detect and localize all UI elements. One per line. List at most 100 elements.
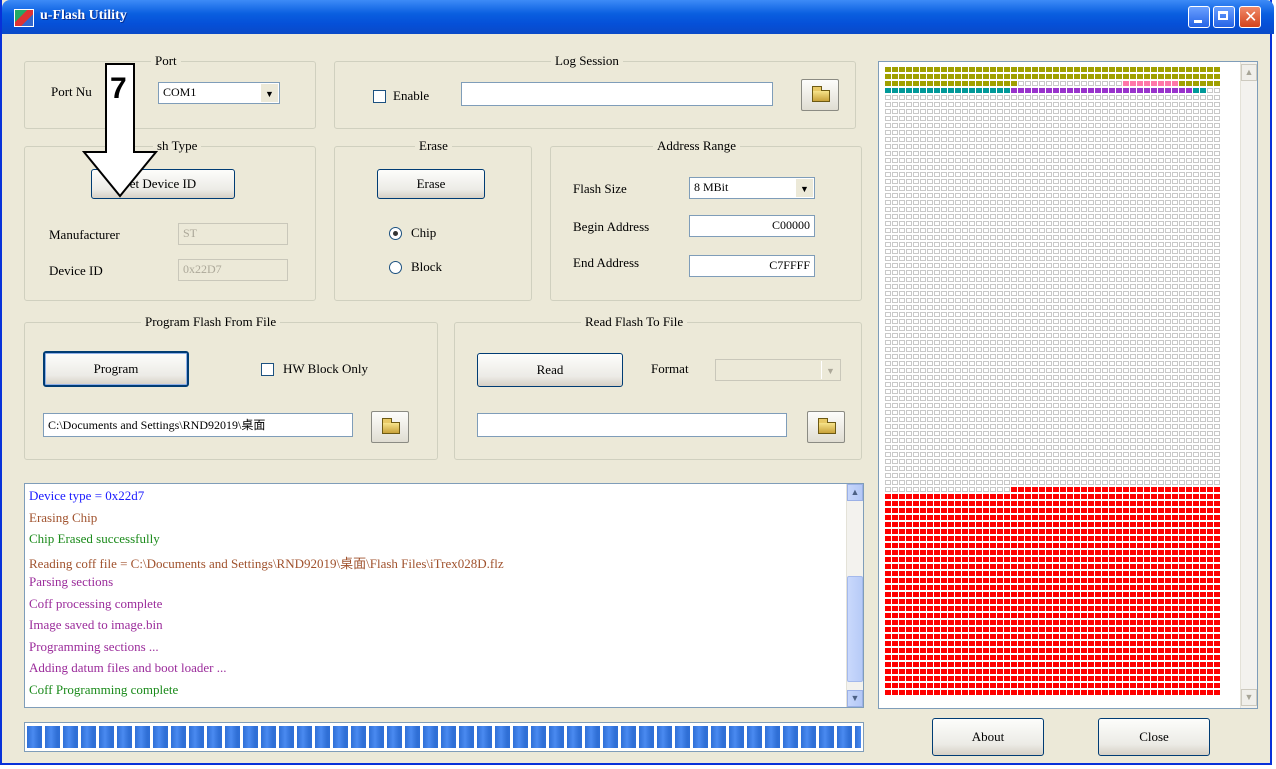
flash-block <box>1130 109 1136 114</box>
flash-block <box>1067 480 1073 485</box>
flash-block <box>969 193 975 198</box>
flash-block <box>1102 487 1108 492</box>
flash-block <box>1025 620 1031 625</box>
block-map-panel[interactable]: ▲ ▼ <box>878 61 1258 709</box>
chevron-down-icon[interactable]: ▼ <box>795 179 813 197</box>
log-scrollbar[interactable]: ▲ ▼ <box>846 484 863 707</box>
flash-block <box>1137 305 1143 310</box>
begin-address-input[interactable]: C00000 <box>689 215 815 237</box>
flash-block <box>885 564 891 569</box>
minimize-button[interactable] <box>1188 6 1210 28</box>
erase-button[interactable]: Erase <box>377 169 485 199</box>
block-map-scrollbar[interactable]: ▲ ▼ <box>1240 62 1257 708</box>
flash-block <box>1151 438 1157 443</box>
flash-block <box>1109 333 1115 338</box>
flash-block <box>934 536 940 541</box>
read-browse-button[interactable] <box>807 411 845 443</box>
log-browse-button[interactable] <box>801 79 839 111</box>
hw-block-checkbox[interactable] <box>261 363 274 376</box>
program-file-input[interactable]: C:\Documents and Settings\RND92019\桌面 <box>43 413 353 437</box>
flash-block <box>920 508 926 513</box>
flash-block <box>1165 368 1171 373</box>
flash-block <box>1067 424 1073 429</box>
flash-block <box>885 396 891 401</box>
read-button[interactable]: Read <box>477 353 623 387</box>
flash-block <box>1207 130 1213 135</box>
scroll-up-icon[interactable]: ▲ <box>847 484 863 501</box>
erase-block-radio[interactable] <box>389 261 402 274</box>
flash-block <box>1214 529 1220 534</box>
flash-block <box>1039 536 1045 541</box>
flash-block <box>990 690 996 695</box>
flash-block <box>934 158 940 163</box>
read-file-input[interactable] <box>477 413 787 437</box>
flash-block <box>948 459 954 464</box>
flash-block <box>955 333 961 338</box>
flash-block <box>1207 410 1213 415</box>
flash-block <box>1081 123 1087 128</box>
flash-block <box>899 340 905 345</box>
flash-block <box>1004 424 1010 429</box>
flash-block <box>1046 305 1052 310</box>
flash-block <box>1074 536 1080 541</box>
flash-block <box>1144 249 1150 254</box>
flash-block <box>1179 137 1185 142</box>
erase-chip-radio[interactable] <box>389 227 402 240</box>
flash-block <box>1144 382 1150 387</box>
flash-block <box>1109 340 1115 345</box>
flash-block <box>1200 95 1206 100</box>
flash-size-select[interactable]: 8 MBit ▼ <box>689 177 815 199</box>
log-enable-checkbox[interactable] <box>373 90 386 103</box>
flash-block <box>1102 606 1108 611</box>
scroll-up-icon[interactable]: ▲ <box>1241 64 1257 81</box>
flash-block <box>1193 74 1199 79</box>
flash-block <box>1130 326 1136 331</box>
flash-block <box>962 277 968 282</box>
erase-legend: Erase <box>415 138 452 154</box>
flash-block <box>955 431 961 436</box>
flash-block <box>934 235 940 240</box>
flash-block <box>920 165 926 170</box>
flash-block <box>1109 648 1115 653</box>
flash-block <box>1137 515 1143 520</box>
flash-block <box>1144 620 1150 625</box>
chevron-down-icon[interactable]: ▼ <box>260 84 278 102</box>
flash-block <box>983 634 989 639</box>
flash-block <box>1046 522 1052 527</box>
log-scroll-thumb[interactable] <box>847 576 863 682</box>
flash-block <box>1116 515 1122 520</box>
flash-block <box>1011 186 1017 191</box>
flash-block <box>1158 627 1164 632</box>
flash-block <box>892 424 898 429</box>
maximize-button[interactable] <box>1213 6 1235 28</box>
flash-block <box>1025 641 1031 646</box>
close-button[interactable]: Close <box>1098 718 1210 756</box>
log-output[interactable]: Device type = 0x22d7 Erasing Chip Chip Era… <box>24 483 864 708</box>
flash-block <box>1025 109 1031 114</box>
scroll-down-icon[interactable]: ▼ <box>1241 689 1257 706</box>
flash-block <box>1060 410 1066 415</box>
flash-block <box>1060 109 1066 114</box>
flash-block <box>1074 67 1080 72</box>
flash-block <box>1053 452 1059 457</box>
flash-block <box>1186 438 1192 443</box>
flash-block <box>1151 193 1157 198</box>
flash-block <box>1186 662 1192 667</box>
end-address-input[interactable]: C7FFFF <box>689 255 815 277</box>
flash-block <box>885 340 891 345</box>
program-button[interactable]: Program <box>43 351 189 387</box>
program-browse-button[interactable] <box>371 411 409 443</box>
log-path-input[interactable] <box>461 82 773 106</box>
flash-block <box>1053 627 1059 632</box>
flash-block <box>969 501 975 506</box>
flash-block <box>1179 417 1185 422</box>
about-button[interactable]: About <box>932 718 1044 756</box>
flash-block <box>1018 284 1024 289</box>
close-window-button[interactable]: ✕ <box>1239 6 1261 28</box>
title-bar[interactable]: u-Flash Utility ✕ <box>2 0 1274 34</box>
scroll-down-icon[interactable]: ▼ <box>847 690 863 707</box>
flash-block <box>1109 326 1115 331</box>
flash-block <box>920 550 926 555</box>
flash-block <box>892 186 898 191</box>
flash-block <box>1018 200 1024 205</box>
